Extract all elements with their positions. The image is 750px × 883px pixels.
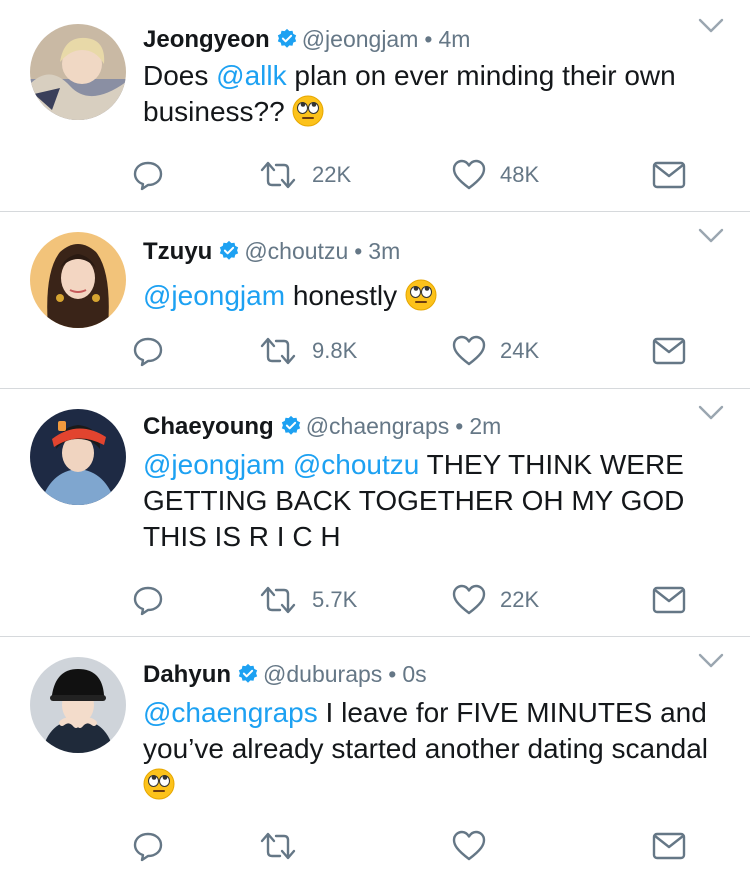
retweet-icon	[260, 586, 296, 614]
handle[interactable]: @jeongjam	[302, 26, 419, 52]
mention-link[interactable]: @jeongjam	[143, 280, 285, 311]
retweet-count: 9.8K	[312, 338, 358, 363]
separator: •	[424, 26, 433, 52]
message-button[interactable]	[652, 829, 686, 863]
reply-icon	[133, 337, 163, 367]
avatar-image	[30, 232, 126, 328]
retweet-button[interactable]: 22K	[258, 158, 351, 192]
reply-button[interactable]	[132, 583, 164, 617]
display-name[interactable]: Dahyun	[143, 661, 231, 688]
reply-button[interactable]	[132, 334, 164, 368]
tweet-header: Dahyun @duburaps • 0s	[143, 659, 427, 690]
mention-link[interactable]: @allk	[216, 60, 286, 91]
display-name[interactable]: Chaeyoung	[143, 413, 274, 440]
avatar[interactable]	[30, 24, 126, 120]
heart-icon	[452, 335, 486, 366]
retweet-icon	[260, 832, 296, 860]
like-button[interactable]: 48K	[452, 158, 539, 192]
tweet-header: Chaeyoung @chaengraps • 2m	[143, 411, 501, 442]
avatar[interactable]	[30, 232, 126, 328]
like-button[interactable]	[452, 829, 500, 863]
reply-icon	[133, 832, 163, 862]
tweet-text: @chaengraps I leave for FIVE MINUTES and…	[143, 695, 733, 803]
rolling-eyes-emoji-icon	[405, 279, 437, 311]
timestamp[interactable]: 4m	[438, 26, 470, 52]
mention-link[interactable]: @choutzu	[293, 449, 420, 480]
message-button[interactable]	[652, 583, 686, 617]
reply-button[interactable]	[132, 829, 164, 863]
avatar-image	[30, 657, 126, 753]
tweet-dahyun[interactable]: Dahyun @duburaps • 0s @chaengraps I leave f…	[0, 637, 750, 883]
tweet-actions	[0, 829, 750, 863]
tweet-header: Jeongyeon @jeongjam • 4m	[143, 24, 470, 55]
retweet-button[interactable]	[258, 829, 312, 863]
message-button[interactable]	[652, 158, 686, 192]
display-name[interactable]: Tzuyu	[143, 238, 212, 265]
retweet-count: 22K	[312, 162, 352, 187]
tweet-text: @jeongjam honestly	[143, 278, 733, 314]
reply-button[interactable]	[132, 158, 164, 192]
separator: •	[455, 413, 464, 439]
envelope-icon	[652, 586, 686, 614]
like-count: 22K	[500, 587, 540, 612]
retweet-icon	[260, 337, 296, 365]
chevron-down-icon[interactable]	[698, 405, 724, 421]
tweet-tzuyu[interactable]: Tzuyu @choutzu • 3m @jeongjam honestly 9.8K…	[0, 212, 750, 389]
handle[interactable]: @duburaps	[263, 661, 382, 687]
avatar-image	[30, 409, 126, 505]
verified-badge-icon	[220, 240, 239, 260]
retweet-button[interactable]: 9.8K	[258, 334, 357, 368]
tweet-jeongyeon[interactable]: Jeongyeon @jeongjam • 4m Does @allk plan on…	[0, 0, 750, 212]
verified-badge-icon	[238, 663, 258, 683]
reply-icon	[133, 586, 163, 616]
timestamp[interactable]: 2m	[469, 413, 501, 439]
tweet-chaeyoung[interactable]: Chaeyoung @chaengraps • 2m @jeongjam @chout…	[0, 389, 750, 637]
rolling-eyes-emoji-icon	[292, 95, 324, 127]
tweet-header: Tzuyu @choutzu • 3m	[143, 236, 400, 267]
handle[interactable]: @chaengraps	[306, 413, 450, 439]
avatar[interactable]	[30, 657, 126, 753]
tweet-feed: Jeongyeon @jeongjam • 4m Does @allk plan on…	[0, 0, 750, 883]
heart-icon	[452, 159, 486, 190]
timestamp[interactable]: 3m	[368, 238, 400, 264]
text-body: honestly	[285, 280, 398, 311]
avatar[interactable]	[30, 409, 126, 505]
text-prefix: Does	[143, 60, 217, 91]
display-name[interactable]: Jeongyeon	[143, 26, 270, 53]
chevron-down-icon[interactable]	[698, 228, 724, 244]
envelope-icon	[652, 832, 686, 860]
like-count: 24K	[500, 338, 540, 363]
tweet-actions: 5.7K 22K	[0, 583, 750, 617]
chevron-down-icon[interactable]	[698, 653, 724, 669]
retweet-icon	[260, 161, 296, 189]
envelope-icon	[652, 161, 686, 189]
heart-icon	[452, 830, 486, 861]
tweet-actions: 9.8K 24K	[0, 334, 750, 368]
message-button[interactable]	[652, 334, 686, 368]
tweet-actions: 22K 48K	[0, 158, 750, 192]
heart-icon	[452, 584, 486, 615]
retweet-count: 5.7K	[312, 587, 358, 612]
mention-link[interactable]: @jeongjam	[143, 449, 285, 480]
rolling-eyes-emoji-icon	[143, 768, 175, 800]
retweet-button[interactable]: 5.7K	[258, 583, 357, 617]
separator: •	[388, 661, 397, 687]
like-count: 48K	[500, 162, 540, 187]
timestamp[interactable]: 0s	[402, 661, 426, 687]
handle[interactable]: @choutzu	[244, 238, 348, 264]
like-button[interactable]: 24K	[452, 334, 539, 368]
verified-badge-icon	[281, 415, 300, 435]
avatar-image	[30, 24, 126, 120]
mention-link[interactable]: @chaengraps	[143, 697, 318, 728]
reply-icon	[133, 161, 163, 191]
tweet-text: @jeongjam @choutzu THEY THINK WERE GETTI…	[143, 447, 733, 555]
verified-badge-icon	[277, 28, 296, 48]
chevron-down-icon[interactable]	[698, 18, 724, 34]
envelope-icon	[652, 337, 686, 365]
tweet-text: Does @allk plan on ever minding their ow…	[143, 58, 733, 130]
like-button[interactable]: 22K	[452, 583, 539, 617]
separator: •	[354, 238, 363, 264]
